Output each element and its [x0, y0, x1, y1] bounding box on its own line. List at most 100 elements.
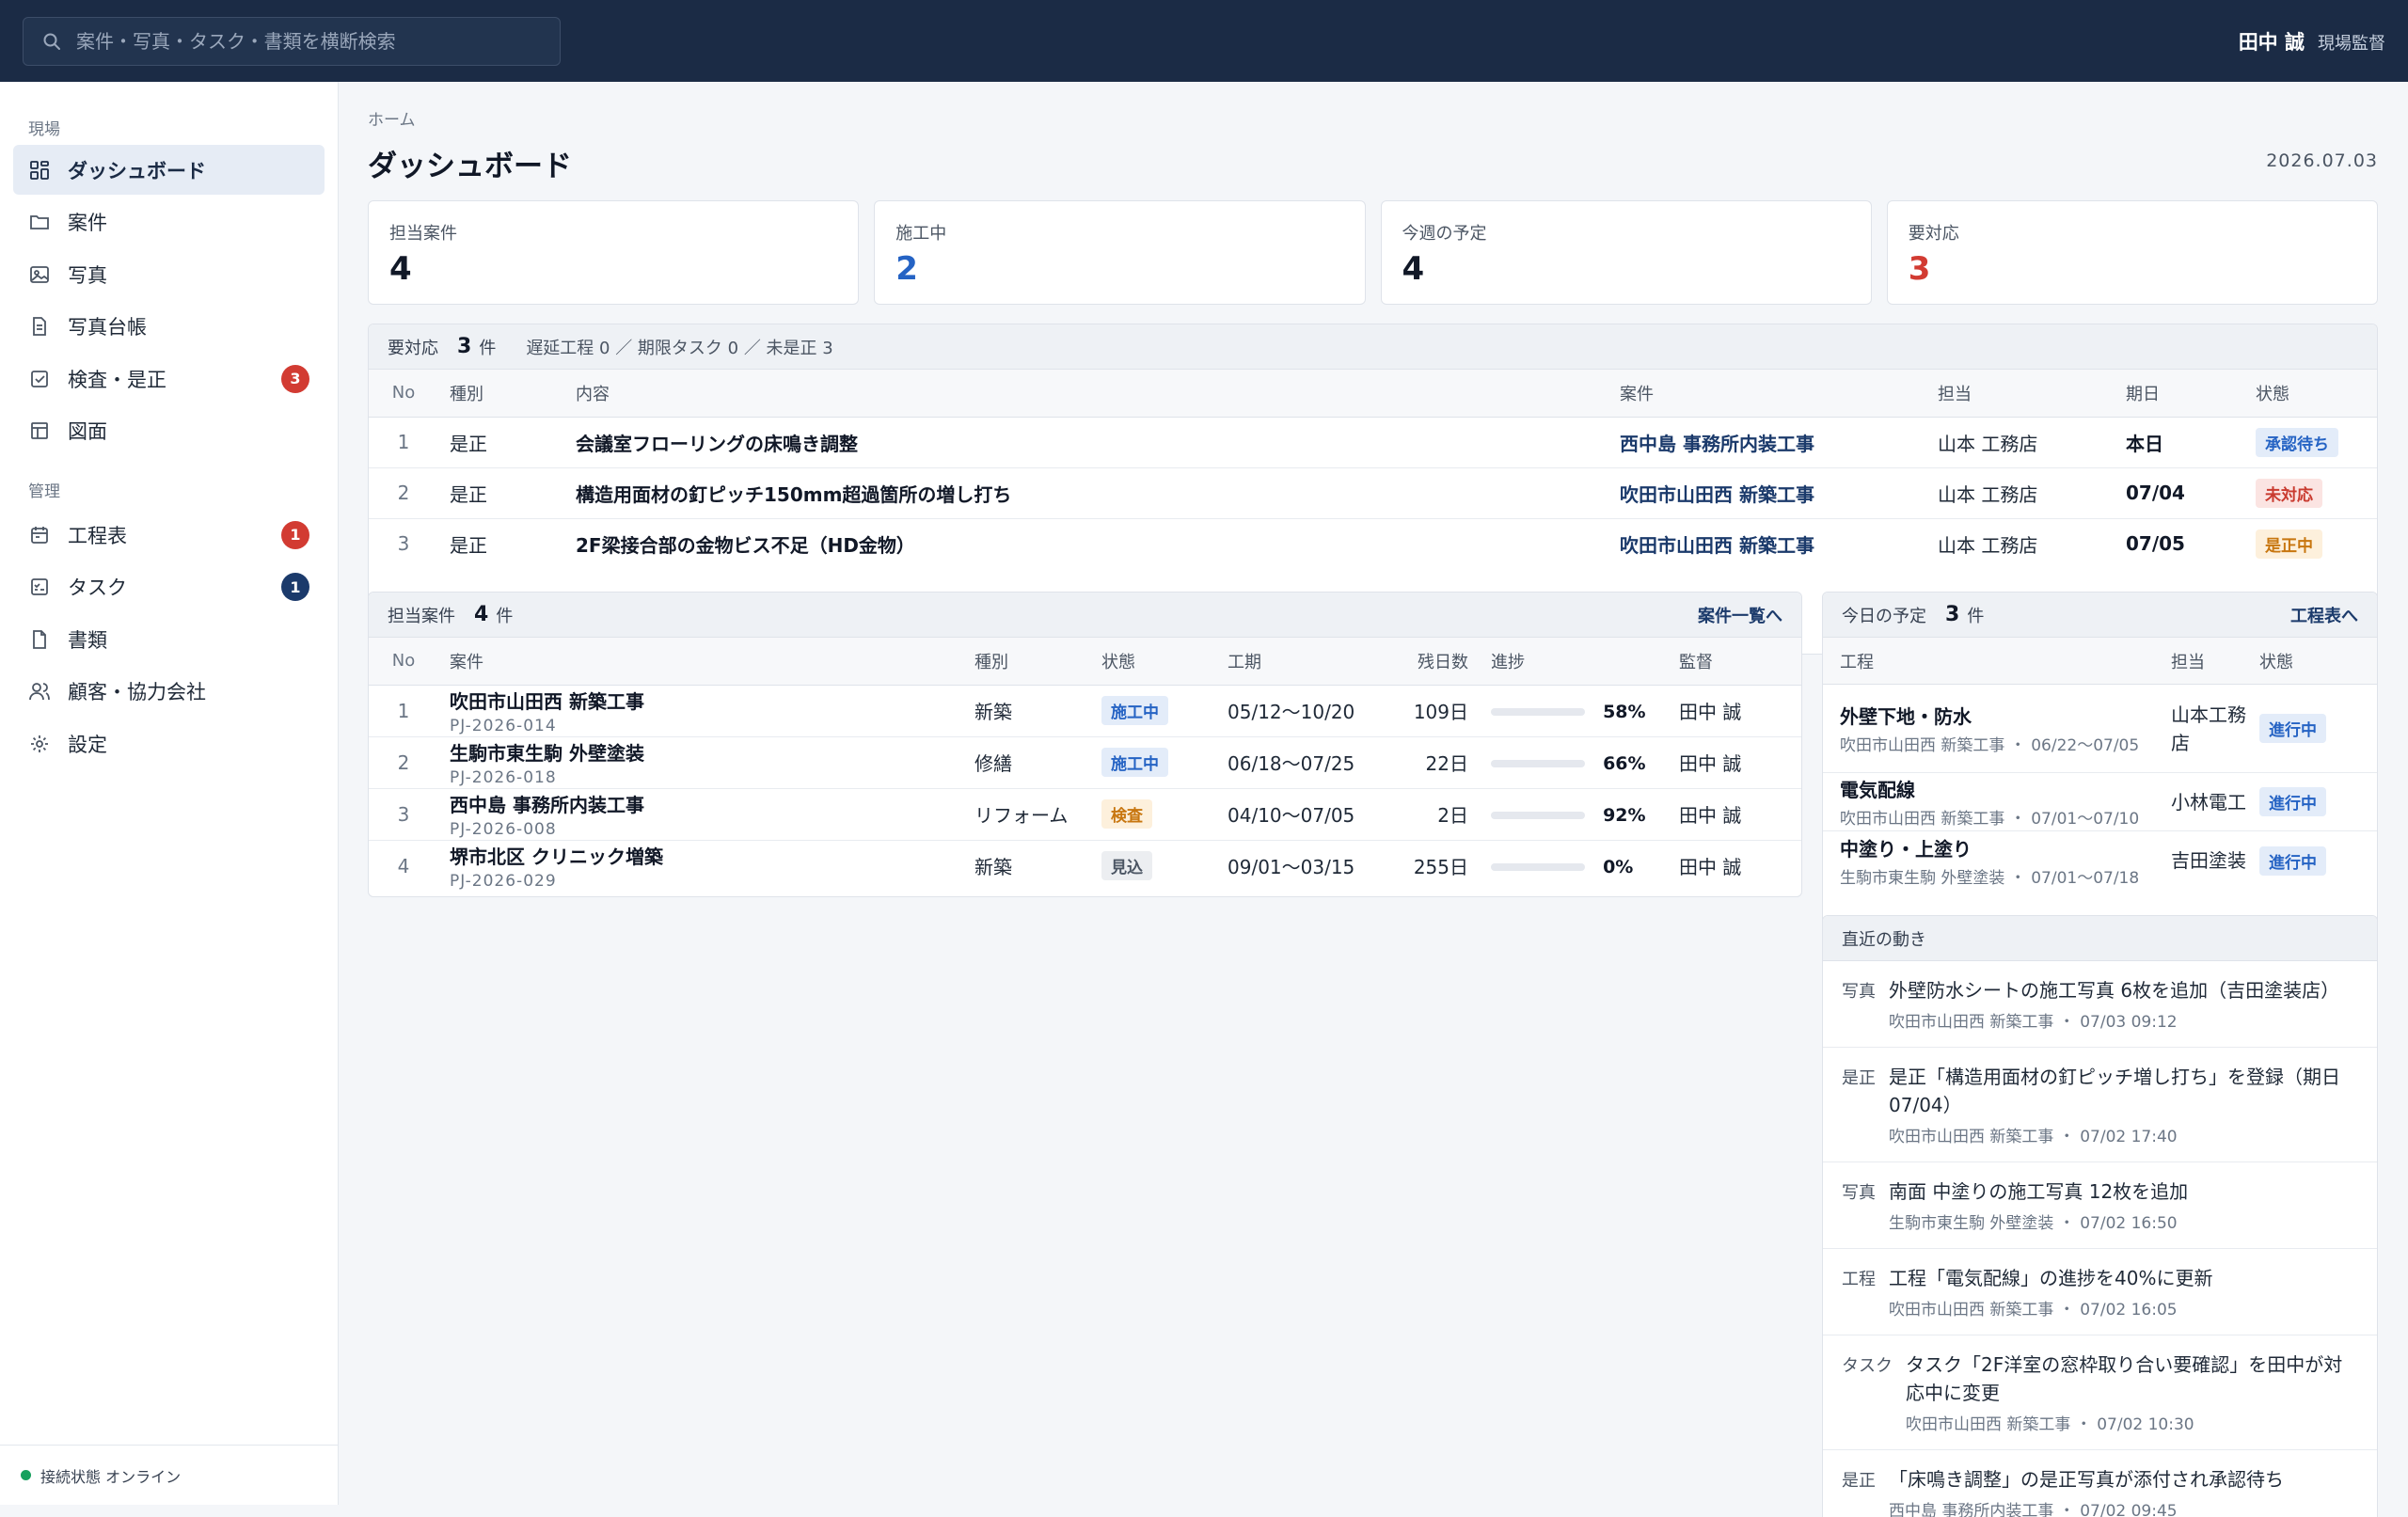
cell-status: 検査 — [1090, 788, 1216, 841]
col-content[interactable]: 内容 — [564, 370, 1608, 418]
cell-project[interactable]: 吹田市山田西 新築工事 PJ-2026-014 — [438, 685, 963, 737]
col-work[interactable]: 工程 — [1823, 649, 2171, 673]
cell-status: 施工中 — [1090, 685, 1216, 737]
project-name[interactable]: 吹田市山田西 新築工事 — [450, 687, 952, 714]
activity-panel-header: 直近の動き — [1823, 916, 2377, 961]
schedule-row[interactable]: 中塗り・上塗り 生駒市東生駒 外壁塗装 ・ 07/01〜07/18 吉田塗装 進… — [1823, 831, 2377, 890]
table-row[interactable]: 3 是正 2F梁接合部の金物ビス不足（HD金物） 吹田市山田西 新築工事 山本 … — [369, 518, 2377, 569]
today-panel-header: 今日の予定 3 件 工程表へ — [1823, 593, 2377, 638]
activity-item[interactable]: タスク タスク「2F洋室の窓枠取り合い要確認」を田中が対応中に変更 吹田市山田西 … — [1823, 1335, 2377, 1450]
col-project[interactable]: 案件 — [438, 638, 963, 686]
col-period[interactable]: 工期 — [1216, 638, 1386, 686]
cell-project[interactable]: 生駒市東生駒 外壁塗装 PJ-2026-018 — [438, 736, 963, 789]
sidebar-item-label: 写真 — [68, 263, 107, 287]
users-icon — [28, 680, 51, 703]
cell-no: 1 — [369, 685, 438, 737]
cell-project-link[interactable]: 西中島 事務所内装工事 — [1608, 417, 1926, 468]
projects-panel: 担当案件 4 件 案件一覧へ No 案件 種別 状態 工期 残日数 進捗 監督 — [368, 592, 1802, 897]
activity-item[interactable]: 是正 是正「構造用面材の釘ピッチ増し打ち」を登録（期日 07/04） 吹田市山田西… — [1823, 1048, 2377, 1162]
activity-item[interactable]: 写真 外壁防水シートの施工写真 6枚を追加（吉田塗装店） 吹田市山田西 新築工事 … — [1823, 961, 2377, 1048]
search-input[interactable] — [76, 29, 541, 53]
kpi-card-assigned[interactable]: 担当案件 4 — [368, 200, 860, 305]
col-project[interactable]: 案件 — [1608, 370, 1926, 418]
breadcrumb[interactable]: ホーム — [368, 106, 416, 130]
col-status[interactable]: 状態 — [2259, 649, 2293, 673]
kpi-card-in-progress[interactable]: 施工中 2 — [874, 200, 1366, 305]
project-name[interactable]: 生駒市東生駒 外壁塗装 — [450, 738, 952, 766]
status-badge: 進行中 — [2259, 714, 2326, 743]
cell-content[interactable]: 会議室フローリングの床鳴き調整 — [564, 417, 1608, 468]
search-box[interactable] — [23, 16, 561, 66]
table-row[interactable]: 4 堺市北区 クリニック増築 PJ-2026-029 新築 見込 09/01〜03… — [369, 840, 1801, 892]
sidebar-item-inspection[interactable]: 検査・是正 3 — [13, 354, 325, 403]
sidebar-item-photo-ledger[interactable]: 写真台帳 — [13, 302, 325, 352]
kpi-card-action-required[interactable]: 要対応 3 — [1886, 200, 2378, 305]
activity-type: 工程 — [1842, 1270, 1876, 1289]
cell-content[interactable]: 2F梁接合部の金物ビス不足（HD金物） — [564, 518, 1608, 569]
cell-type: 是正 — [450, 533, 487, 557]
col-remaining[interactable]: 残日数 — [1386, 638, 1480, 686]
col-person[interactable]: 担当 — [1926, 370, 2115, 418]
cell-type: リフォーム — [963, 788, 1090, 841]
schedule-work: 外壁下地・防水 吹田市山田西 新築工事 ・ 06/22〜07/05 — [1823, 685, 2171, 772]
schedule-row[interactable]: 電気配線 吹田市山田西 新築工事 ・ 07/01〜07/10 小林電工 進行中 — [1823, 773, 2377, 831]
table-row[interactable]: 2 是正 構造用面材の釘ピッチ150mm超過箇所の増し打ち 吹田市山田西 新築工… — [369, 467, 2377, 519]
today-header-row: 工程 担当 状態 — [1823, 638, 2377, 685]
cell-period: 09/01〜03/15 — [1228, 856, 1355, 879]
activity-item[interactable]: 是正 「床鳴き調整」の是正写真が添付され承認待ち 西中島 事務所内装工事 ・ 07… — [1823, 1450, 2377, 1517]
sidebar-item-customers[interactable]: 顧客・協力会社 — [13, 667, 325, 717]
cell-project-link[interactable]: 吹田市山田西 新築工事 — [1608, 467, 1926, 519]
sidebar-item-dashboard[interactable]: ダッシュボード — [13, 145, 325, 195]
cell-manager: 田中 誠 — [1668, 788, 1801, 841]
table-row[interactable]: 1 是正 会議室フローリングの床鳴き調整 西中島 事務所内装工事 山本 工務店 … — [369, 417, 2377, 468]
sidebar-item-label: 案件 — [68, 212, 107, 234]
cell-project[interactable]: 堺市北区 クリニック増築 PJ-2026-029 — [438, 840, 963, 892]
col-due[interactable]: 期日 — [2115, 370, 2244, 418]
col-no[interactable]: No — [369, 638, 438, 686]
table-row[interactable]: 3 西中島 事務所内装工事 PJ-2026-008 リフォーム 検査 04/10〜… — [369, 788, 1801, 841]
projects-list-link[interactable]: 案件一覧へ — [1698, 603, 1782, 627]
cell-project-link[interactable]: 吹田市山田西 新築工事 — [1608, 518, 1926, 569]
col-status[interactable]: 状態 — [1090, 638, 1216, 686]
work-title[interactable]: 外壁下地・防水 — [1840, 702, 2154, 729]
project-name[interactable]: 堺市北区 クリニック増築 — [450, 842, 952, 869]
activity-item[interactable]: 工程 工程「電気配線」の進捗を40%に更新 吹田市山田西 新築工事 ・ 07/02… — [1823, 1249, 2377, 1335]
sidebar-item-documents[interactable]: 書類 — [13, 614, 325, 664]
cell-type: 新築 — [974, 856, 1012, 879]
project-name[interactable]: 西中島 事務所内装工事 — [450, 790, 952, 817]
col-type[interactable]: 種別 — [438, 370, 564, 418]
schedule-link[interactable]: 工程表へ — [2290, 603, 2358, 627]
activity-meta: 吹田市山田西 新築工事 ・ 07/02 17:40 — [1889, 1128, 2178, 1146]
cell-project[interactable]: 西中島 事務所内装工事 PJ-2026-008 — [438, 788, 963, 841]
col-manager[interactable]: 監督 — [1668, 638, 1801, 686]
col-status[interactable]: 状態 — [2244, 370, 2377, 418]
col-progress[interactable]: 進捗 — [1480, 638, 1668, 686]
table-row[interactable]: 2 生駒市東生駒 外壁塗装 PJ-2026-018 修繕 施工中 06/18〜07… — [369, 736, 1801, 789]
col-type[interactable]: 種別 — [963, 638, 1090, 686]
sidebar-item-tasks[interactable]: タスク 1 — [13, 562, 325, 612]
work-title[interactable]: 電気配線 — [1840, 775, 2154, 802]
sidebar-item-projects[interactable]: 案件 — [13, 198, 325, 247]
cell-content[interactable]: 構造用面材の釘ピッチ150mm超過箇所の増し打ち — [564, 467, 1608, 519]
table-row[interactable]: 1 吹田市山田西 新築工事 PJ-2026-014 新築 施工中 05/12〜10… — [369, 685, 1801, 737]
activity-text[interactable]: 「床鳴き調整」の是正写真が添付され承認待ち — [1889, 1465, 2358, 1493]
checkbox-icon — [28, 368, 51, 390]
activity-text[interactable]: 南面 中塗りの施工写真 12枚を追加 — [1889, 1177, 2358, 1206]
sidebar-item-schedule[interactable]: 工程表 1 — [13, 510, 325, 560]
activity-text[interactable]: 是正「構造用面材の釘ピッチ増し打ち」を登録（期日 07/04） — [1889, 1063, 2358, 1119]
kpi-card-this-week[interactable]: 今週の予定 4 — [1380, 200, 1872, 305]
schedule-row[interactable]: 外壁下地・防水 吹田市山田西 新築工事 ・ 06/22〜07/05 山本工務店 … — [1823, 685, 2377, 773]
activity-text[interactable]: 外壁防水シートの施工写真 6枚を追加（吉田塗装店） — [1889, 976, 2358, 1004]
col-no[interactable]: No — [369, 370, 438, 418]
sidebar-item-settings[interactable]: 設定 — [13, 719, 325, 768]
activity-text[interactable]: タスク「2F洋室の窓枠取り合い要確認」を田中が対応中に変更 — [1906, 1351, 2358, 1407]
projects-table: No 案件 種別 状態 工期 残日数 進捗 監督 1 吹田市山田西 新築工事 PJ… — [369, 638, 1801, 892]
sidebar-item-drawings[interactable]: 図面 — [13, 406, 325, 456]
activity-item[interactable]: 写真 南面 中塗りの施工写真 12枚を追加 生駒市東生駒 外壁塗装 ・ 07/02… — [1823, 1162, 2377, 1249]
col-person[interactable]: 担当 — [2171, 649, 2259, 673]
user-info[interactable]: 田中 誠 現場監督 — [2239, 27, 2385, 55]
cell-person: 山本 工務店 — [1926, 467, 2115, 519]
work-title[interactable]: 中塗り・上塗り — [1840, 834, 2154, 861]
sidebar-item-photos[interactable]: 写真 — [13, 249, 325, 299]
activity-text[interactable]: 工程「電気配線」の進捗を40%に更新 — [1889, 1264, 2358, 1292]
